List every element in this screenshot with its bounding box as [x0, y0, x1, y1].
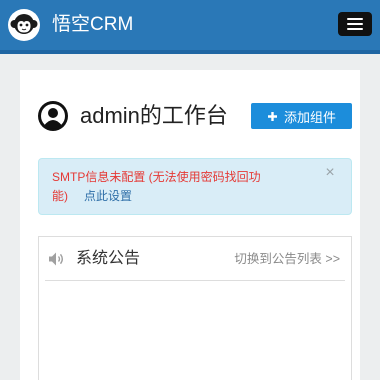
monkey-logo-icon[interactable] [7, 8, 41, 42]
workbench-card: admin的工作台 添加组件 SMTP信息未配置 (无法使用密码找回功能) 点此设… [20, 70, 360, 380]
page-title: admin的工作台 [80, 103, 228, 128]
plus-icon [267, 111, 277, 121]
notice-panel: 系统公告 切换到公告列表 >> [38, 236, 352, 380]
crm-dashboard: 悟空CRM admin的工作台 添加组件 SMTP信息未配置 (无法使用密码找回… [0, 0, 380, 380]
user-avatar-icon [38, 101, 68, 131]
add-widget-button[interactable]: 添加组件 [251, 103, 352, 129]
smtp-alert: SMTP信息未配置 (无法使用密码找回功能) 点此设置 × [38, 158, 352, 215]
close-icon[interactable]: × [323, 164, 337, 182]
app-title[interactable]: 悟空CRM [52, 12, 133, 38]
speaker-icon [49, 252, 63, 266]
top-navbar: 悟空CRM [0, 0, 380, 54]
hamburger-menu-button[interactable] [338, 12, 372, 36]
smtp-settings-link[interactable]: 点此设置 [84, 189, 132, 203]
notice-panel-title: 系统公告 [76, 250, 141, 267]
divider [45, 280, 345, 281]
add-widget-label: 添加组件 [283, 109, 336, 125]
switch-to-notice-list-link[interactable]: 切换到公告列表 >> [234, 250, 340, 268]
hamburger-menu-icon [347, 18, 363, 20]
alert-message-block: SMTP信息未配置 (无法使用密码找回功能) 点此设置 [52, 168, 276, 206]
